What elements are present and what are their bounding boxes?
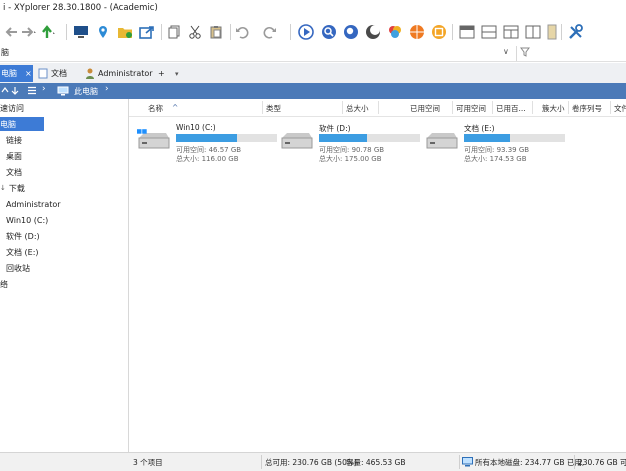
back-arrow-icon[interactable]: [2, 23, 20, 41]
moon-icon[interactable]: [364, 23, 382, 41]
tab-documents[interactable]: 文档: [38, 65, 78, 82]
tab-computer[interactable]: 电脑 ×: [0, 65, 33, 82]
toolbar: [0, 18, 626, 47]
drive-name: Win10 (C:): [176, 123, 216, 132]
address-dropdown-icon[interactable]: ∨: [503, 47, 509, 56]
tab-label: 文档: [51, 69, 67, 78]
drive-usage-bar: [319, 134, 420, 142]
breadcrumb-arrow[interactable]: ›: [42, 84, 46, 94]
tab-menu-button[interactable]: ▾: [175, 65, 179, 82]
menu-icon[interactable]: [27, 86, 37, 97]
column-used-space[interactable]: 已用空间: [410, 103, 440, 114]
redo-icon[interactable]: [262, 23, 280, 41]
sort-indicator: ^: [172, 103, 179, 112]
breadcrumb-arrow[interactable]: ›: [105, 84, 109, 94]
status-bar: 3 个项目 总可用: 230.76 GB (50%) 容量: 465.53 GB…: [0, 452, 626, 471]
tab-label: 电脑: [1, 69, 17, 78]
tree-item-drive-d[interactable]: 软件 (D:): [0, 229, 40, 243]
drive-name: 软件 (D:): [319, 124, 351, 133]
tree-item-network[interactable]: 络: [0, 277, 8, 291]
tree-item-desktop[interactable]: 桌面: [0, 149, 22, 163]
tree-item-links[interactable]: 链接: [0, 133, 22, 147]
user-icon: [86, 68, 94, 79]
column-free-space[interactable]: 可用空间: [456, 103, 486, 114]
folder-tree: 速访问 电脑 链接 桌面 文档 ↓ 下载 Administrator Win10…: [0, 99, 129, 452]
tree-item-this-pc[interactable]: 电脑: [0, 117, 44, 131]
column-serial[interactable]: 卷序列号: [572, 103, 602, 114]
hard-drive-icon: [281, 133, 313, 149]
status-capacity: 容量: 465.53 GB: [346, 458, 406, 467]
tree-item-downloads[interactable]: ↓ 下载: [0, 181, 25, 195]
column-type[interactable]: 类型: [266, 103, 281, 114]
monitor-icon: [462, 457, 473, 469]
column-name[interactable]: 名称: [148, 103, 163, 114]
tab-administrator[interactable]: Administrator: [85, 65, 155, 82]
magnifier-icon[interactable]: [342, 23, 360, 41]
pane-icon[interactable]: [458, 23, 476, 41]
tree-item-documents[interactable]: 文档: [0, 165, 22, 179]
drive-total-size: 总大小: 175.00 GB: [319, 155, 382, 163]
breadcrumb-location[interactable]: 此电脑: [74, 86, 98, 97]
status-local-used: 所有本地磁盘: 234.77 GB 已用,: [475, 458, 585, 467]
title-bar: i - XYplorer 28.30.1800 - (Academic): [0, 0, 626, 18]
status-local-free: 230.76 GB 可用: [578, 458, 626, 467]
document-icon: [38, 68, 48, 79]
tree-item-drive-c[interactable]: Win10 (C:): [0, 213, 48, 227]
status-item-count: 3 个项目: [133, 458, 163, 467]
drive-usage-bar: [176, 134, 277, 142]
computer-icon[interactable]: [72, 23, 90, 41]
tab-bar: 电脑 × 文档 Administrator + ▾: [0, 63, 626, 84]
drive-tile-d[interactable]: 软件 (D:) 可用空间: 90.78 GB 总大小: 175.00 GB: [279, 123, 420, 165]
tab-label: Administrator: [98, 69, 153, 78]
new-folder-icon[interactable]: [116, 23, 134, 41]
layout-icon[interactable]: [480, 23, 498, 41]
location-pin-icon[interactable]: [94, 23, 112, 41]
new-tab-button[interactable]: +: [158, 65, 165, 82]
hard-drive-icon: [137, 129, 170, 149]
layout-icon[interactable]: [524, 23, 542, 41]
drive-tile-e[interactable]: 文档 (E:) 可用空间: 93.39 GB 总大小: 174.53 GB: [424, 123, 565, 165]
column-header-row: 名称 ^ 类型 总大小 已用空间 可用空间 已用百... 簇大小 卷序列号 文件: [129, 99, 626, 117]
file-list: 名称 ^ 类型 总大小 已用空间 可用空间 已用百... 簇大小 卷序列号 文件…: [129, 99, 626, 452]
address-path[interactable]: 脑: [1, 47, 9, 58]
column-file[interactable]: 文件: [614, 103, 626, 114]
ball-icon[interactable]: [408, 23, 426, 41]
tree-item-drive-e[interactable]: 文档 (E:): [0, 245, 39, 259]
nav-back-icon[interactable]: [1, 86, 9, 97]
drive-total-size: 总大小: 116.00 GB: [176, 155, 239, 163]
search-icon[interactable]: [320, 23, 338, 41]
column-used-percent[interactable]: 已用百...: [496, 103, 526, 114]
column-total-size[interactable]: 总大小: [346, 103, 369, 114]
export-icon[interactable]: [138, 23, 156, 41]
nav-down-icon[interactable]: [11, 86, 19, 97]
column-cluster-size[interactable]: 簇大小: [542, 103, 565, 114]
tab-close-icon[interactable]: ×: [25, 69, 32, 78]
window-title: i - XYplorer 28.30.1800 - (Academic): [3, 3, 158, 13]
tree-item-recycle-bin[interactable]: 回收站: [0, 261, 30, 275]
panel-icon[interactable]: [543, 23, 561, 41]
computer-icon: [57, 86, 69, 98]
paste-icon[interactable]: [207, 23, 225, 41]
address-bar: 脑 ∨: [0, 46, 626, 62]
up-arrow-icon[interactable]: [40, 23, 58, 41]
forward-arrow-icon[interactable]: [20, 23, 38, 41]
play-icon[interactable]: [297, 23, 315, 41]
layout-icon[interactable]: [502, 23, 520, 41]
tree-item-administrator[interactable]: Administrator: [0, 197, 61, 211]
drive-tile-c[interactable]: Win10 (C:) 可用空间: 46.57 GB 总大小: 116.00 GB: [136, 123, 277, 165]
tree-item-quick-access[interactable]: 速访问: [0, 101, 24, 115]
cut-icon[interactable]: [186, 23, 204, 41]
bookmark-icon[interactable]: [430, 23, 448, 41]
hard-drive-icon: [426, 133, 458, 149]
drive-usage-bar: [464, 134, 565, 142]
undo-icon[interactable]: [234, 23, 252, 41]
drive-name: 文档 (E:): [464, 124, 495, 133]
color-icon[interactable]: [386, 23, 404, 41]
copy-icon[interactable]: [165, 23, 183, 41]
filter-icon[interactable]: [520, 47, 530, 59]
breadcrumb-bar: › 此电脑 ›: [0, 83, 626, 99]
status-total-free: 总可用: 230.76 GB (50%): [265, 458, 357, 467]
tools-icon[interactable]: [567, 23, 585, 41]
drive-total-size: 总大小: 174.53 GB: [464, 155, 527, 163]
